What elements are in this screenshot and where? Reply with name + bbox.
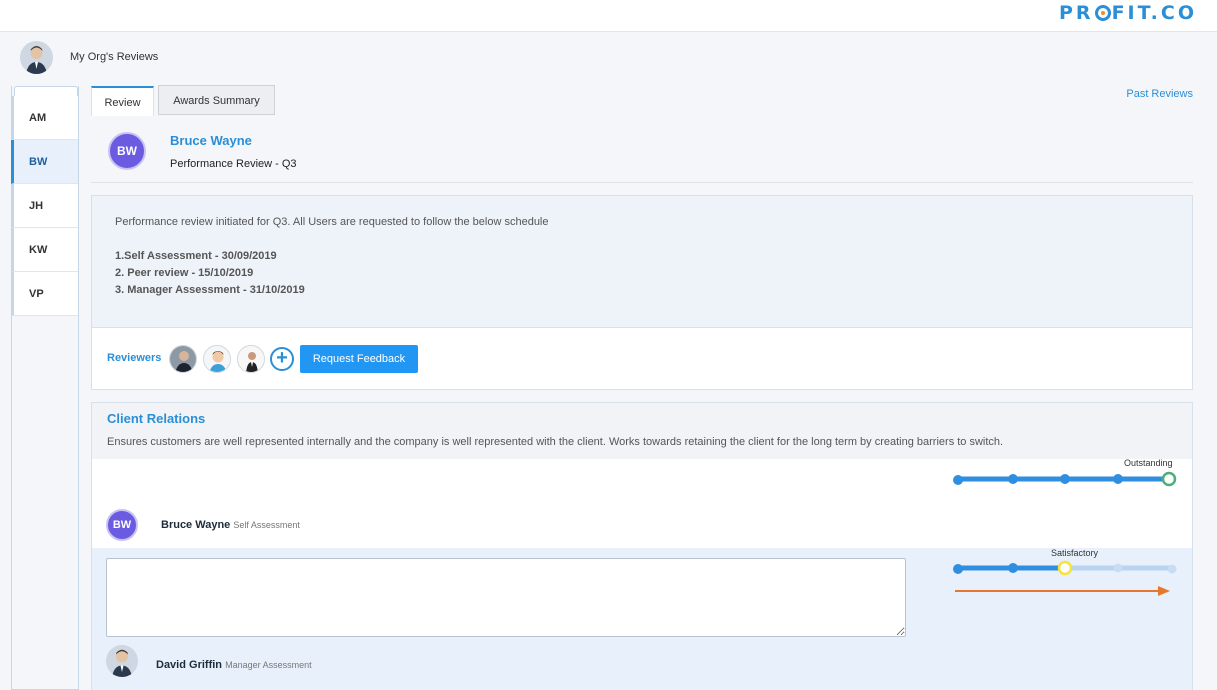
past-reviews-link[interactable]: Past Reviews — [1126, 88, 1193, 100]
sidebar-item-am[interactable]: AM — [11, 96, 78, 140]
schedule-step: 1.Self Assessment - 30/09/2019 — [115, 250, 277, 262]
schedule-step: 2. Peer review - 15/10/2019 — [115, 267, 254, 279]
manager-comment-input[interactable] — [106, 558, 906, 637]
sidebar-item-vp[interactable]: VP — [11, 272, 78, 316]
page-title: My Org's Reviews — [70, 51, 159, 63]
manager-rating-slider[interactable] — [950, 559, 1180, 577]
self-assessor-name: Bruce Wayne Self Assessment — [161, 519, 300, 531]
self-assessor-avatar: BW — [106, 509, 138, 541]
manager-role: Manager Assessment — [225, 660, 312, 670]
tab-review[interactable]: Review — [91, 86, 154, 116]
logo-target-icon — [1094, 5, 1111, 21]
profit-logo[interactable]: PR FIT.CO — [1059, 2, 1197, 24]
sidebar-item-kw[interactable]: KW — [11, 228, 78, 272]
kpi-header — [91, 402, 1193, 460]
employee-avatar: BW — [108, 132, 146, 170]
reviewer-avatar[interactable] — [237, 345, 265, 373]
reviewers-label: Reviewers — [107, 352, 162, 364]
tab-awards-summary[interactable]: Awards Summary — [158, 85, 275, 115]
schedule-intro: Performance review initiated for Q3. All… — [115, 216, 549, 228]
manager-rating-label: Satisfactory — [1051, 548, 1099, 558]
schedule-step: 3. Manager Assessment - 31/10/2019 — [115, 284, 305, 296]
request-feedback-button[interactable]: Request Feedback — [300, 345, 418, 373]
logo-text-right: FIT.CO — [1111, 2, 1197, 24]
manager-name-text: David Griffin — [156, 659, 223, 671]
current-user-avatar[interactable] — [20, 41, 53, 74]
review-title: Performance Review - Q3 — [170, 158, 297, 170]
reviewer-avatar[interactable] — [169, 345, 197, 373]
self-rating-label: Outstanding — [1124, 458, 1173, 468]
self-assessor-role: Self Assessment — [233, 520, 300, 530]
self-assessor-name-text: Bruce Wayne — [161, 519, 231, 531]
self-rating-slider — [953, 471, 1177, 487]
reviewer-avatar[interactable] — [203, 345, 231, 373]
direction-arrow-icon — [955, 586, 1170, 596]
sidebar-item-bw[interactable]: BW — [11, 140, 78, 184]
logo-text-left: PR — [1059, 2, 1094, 24]
top-bar: PR FIT.CO — [0, 0, 1217, 32]
kpi-description: Ensures customers are well represented i… — [107, 436, 1004, 448]
manager-avatar — [106, 645, 138, 677]
sidebar-item-jh[interactable]: JH — [11, 184, 78, 228]
kpi-title: Client Relations — [107, 411, 206, 426]
manager-name: David Griffin Manager Assessment — [156, 659, 312, 671]
employee-name[interactable]: Bruce Wayne — [170, 133, 252, 148]
divider — [91, 182, 1193, 183]
add-reviewer-plus-icon[interactable]: + — [270, 347, 294, 371]
sidebar-top — [14, 86, 78, 96]
